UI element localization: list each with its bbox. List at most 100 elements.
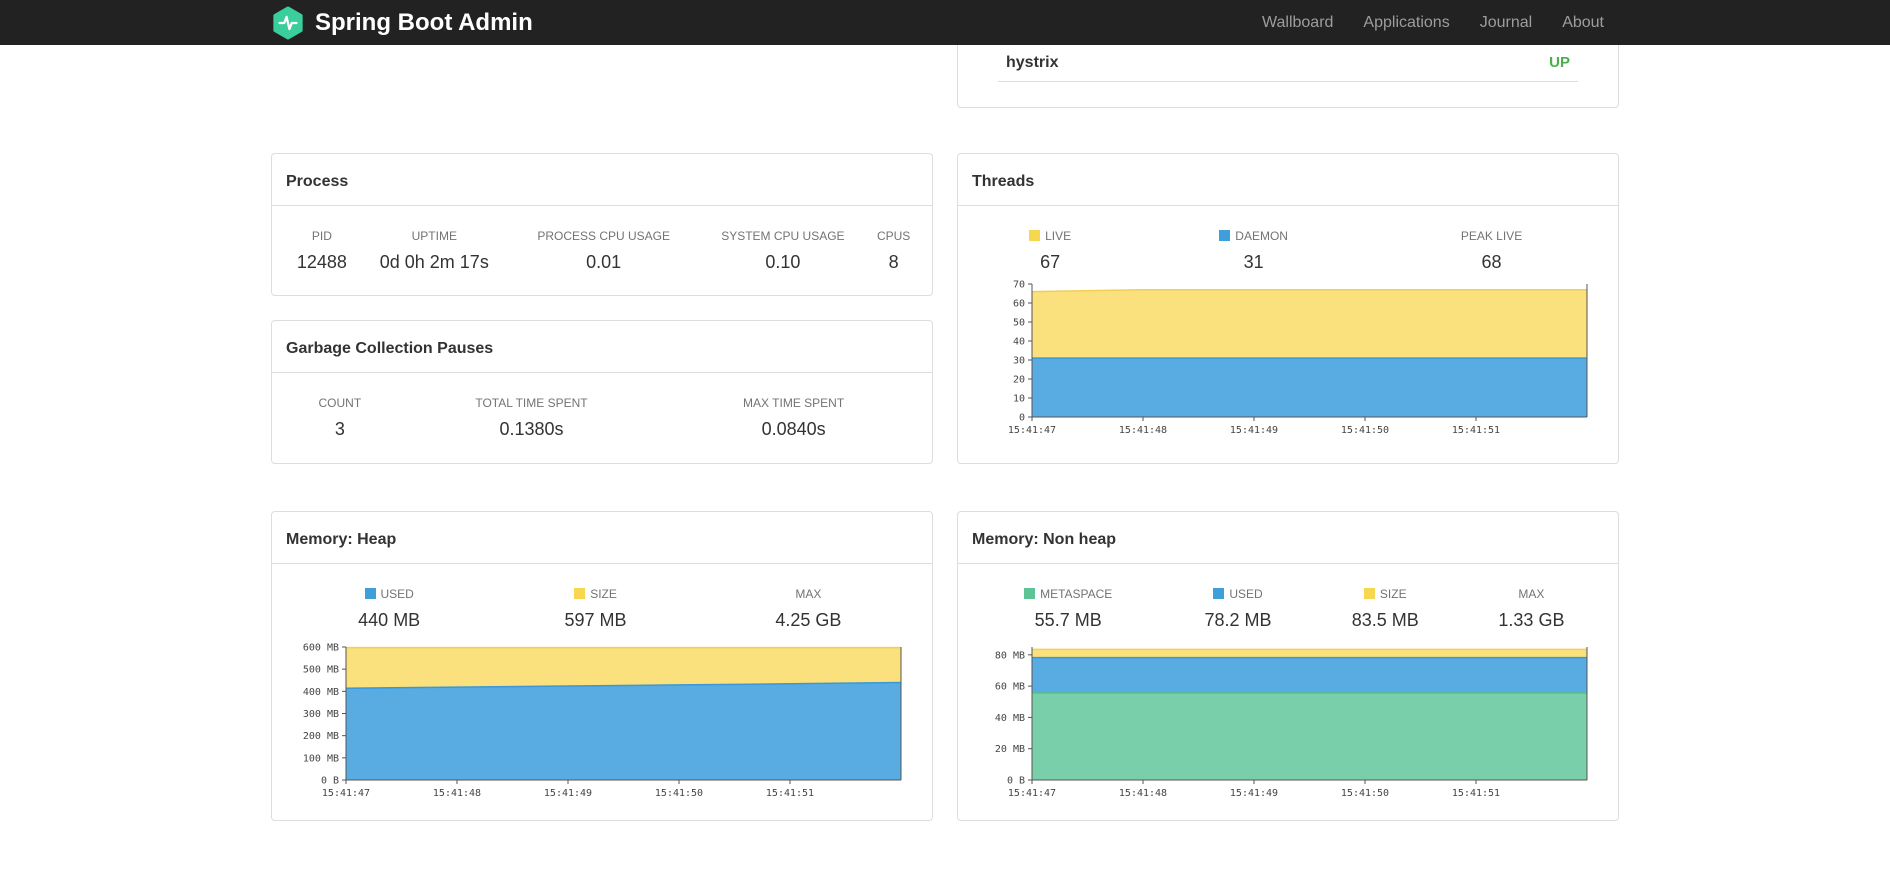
metric-value: 3 — [334, 419, 345, 439]
threads-panel: Threads LIVE DAEMON PEAK LIVE 67 31 68 0… — [957, 153, 1619, 464]
metric-label: CPUS — [876, 229, 911, 243]
legend-value: 1.33 GB — [1498, 610, 1565, 630]
process-metrics-table: PID UPTIME PROCESS CPU USAGE SYSTEM CPU … — [286, 228, 918, 274]
svg-text:40 MB: 40 MB — [995, 713, 1025, 724]
application-status-panel: hystrix UP — [957, 45, 1619, 108]
navbar: Spring Boot Admin Wallboard Applications… — [0, 0, 1890, 45]
heap-chart: 0 B 100 MB 200 MB 300 MB 400 MB 500 MB 600 MB 1… — [286, 639, 918, 810]
svg-text:300 MB: 300 MB — [303, 709, 339, 720]
legend-label: MAX — [1518, 587, 1545, 601]
metric-label: PID — [311, 229, 332, 243]
row-application: hystrix UP — [271, 45, 1619, 108]
metric-value: 8 — [888, 252, 899, 272]
legend-swatch — [574, 588, 586, 599]
metric-label: MAX TIME SPENT — [743, 396, 845, 410]
legend-label: SIZE — [590, 587, 617, 601]
nav-item-applications[interactable]: Applications — [1348, 0, 1464, 45]
nav-item-wallboard[interactable]: Wallboard — [1247, 0, 1348, 45]
svg-text:30: 30 — [1013, 356, 1025, 367]
heap-panel-heading: Memory: Heap — [272, 512, 932, 564]
legend-value: 31 — [1243, 252, 1264, 272]
metric-value: 0.0840s — [761, 419, 826, 439]
brand-link[interactable]: Spring Boot Admin — [271, 5, 533, 40]
metric-label: TOTAL TIME SPENT — [475, 396, 588, 410]
row-memory: Memory: Heap USED SIZE MAX 440 MB 597 MB — [271, 511, 1619, 821]
legend-swatch — [1219, 230, 1231, 241]
svg-text:80 MB: 80 MB — [995, 650, 1025, 661]
status-badge: UP — [1549, 54, 1570, 71]
legend-label: MAX — [795, 587, 822, 601]
legend-swatch — [1213, 588, 1225, 599]
svg-text:15:41:51: 15:41:51 — [1452, 788, 1500, 799]
gc-panel: Garbage Collection Pauses COUNT TOTAL TI… — [271, 320, 933, 464]
application-row[interactable]: hystrix UP — [998, 45, 1578, 82]
nonheap-chart: 0 B 20 MB 40 MB 60 MB 80 MB 15:41:47 15:41:48 1… — [972, 639, 1604, 810]
metric-value: 0d 0h 2m 17s — [379, 252, 489, 272]
legend-swatch — [1024, 588, 1036, 599]
svg-text:20 MB: 20 MB — [995, 744, 1025, 755]
nav-item-about[interactable]: About — [1547, 0, 1619, 45]
metric-value: 12488 — [296, 252, 347, 272]
svg-text:15:41:48: 15:41:48 — [433, 788, 481, 799]
svg-text:50: 50 — [1013, 318, 1025, 329]
application-name[interactable]: hystrix — [1006, 52, 1058, 74]
nonheap-legend: METASPACE USED SIZE MAX 55.7 MB 78.2 MB … — [972, 586, 1604, 632]
svg-text:0 B: 0 B — [321, 776, 339, 787]
metric-label: UPTIME — [411, 229, 457, 243]
gc-panel-heading: Garbage Collection Pauses — [272, 321, 932, 373]
legend-label: SIZE — [1379, 587, 1407, 601]
svg-text:15:41:48: 15:41:48 — [1119, 425, 1167, 436]
svg-text:0 B: 0 B — [1007, 776, 1025, 787]
metric-label: COUNT — [318, 396, 362, 410]
svg-text:15:41:49: 15:41:49 — [544, 788, 592, 799]
metric-label: PROCESS CPU USAGE — [537, 229, 671, 243]
legend-swatch — [1363, 588, 1375, 599]
svg-text:15:41:49: 15:41:49 — [1230, 425, 1278, 436]
svg-text:0: 0 — [1019, 413, 1025, 424]
panel-title: Process — [286, 173, 349, 190]
svg-text:60: 60 — [1013, 299, 1025, 310]
process-panel-heading: Process — [272, 154, 932, 206]
svg-text:15:41:50: 15:41:50 — [1341, 425, 1389, 436]
svg-text:15:41:47: 15:41:47 — [1008, 788, 1056, 799]
svg-text:600 MB: 600 MB — [303, 643, 339, 654]
panel-title: Memory: Non heap — [972, 531, 1117, 548]
nonheap-panel-heading: Memory: Non heap — [958, 512, 1618, 564]
svg-text:40: 40 — [1013, 337, 1025, 348]
nav-item-journal[interactable]: Journal — [1465, 0, 1547, 45]
legend-value: 78.2 MB — [1204, 610, 1272, 630]
spring-boot-admin-logo-icon — [271, 5, 305, 40]
legend-label: METASPACE — [1040, 587, 1113, 601]
brand-title: Spring Boot Admin — [315, 8, 533, 36]
legend-value: 597 MB — [564, 610, 627, 630]
gc-metrics-table: COUNT TOTAL TIME SPENT MAX TIME SPENT 3 … — [286, 395, 918, 441]
svg-text:15:41:49: 15:41:49 — [1230, 788, 1278, 799]
legend-label: USED — [380, 587, 414, 601]
threads-legend: LIVE DAEMON PEAK LIVE 67 31 68 — [972, 228, 1604, 274]
svg-text:60 MB: 60 MB — [995, 682, 1025, 693]
svg-text:500 MB: 500 MB — [303, 665, 339, 676]
svg-text:15:41:51: 15:41:51 — [1452, 425, 1500, 436]
legend-label: DAEMON — [1235, 229, 1288, 243]
legend-label: USED — [1229, 587, 1263, 601]
svg-text:10: 10 — [1013, 394, 1025, 405]
svg-text:200 MB: 200 MB — [303, 731, 339, 742]
panel-title: Threads — [972, 173, 1035, 190]
svg-text:100 MB: 100 MB — [303, 753, 339, 764]
svg-text:15:41:48: 15:41:48 — [1119, 788, 1167, 799]
legend-label: PEAK LIVE — [1460, 229, 1523, 243]
svg-text:15:41:50: 15:41:50 — [655, 788, 703, 799]
panel-title: Garbage Collection Pauses — [286, 340, 494, 357]
svg-text:15:41:50: 15:41:50 — [1341, 788, 1389, 799]
svg-text:15:41:47: 15:41:47 — [1008, 425, 1056, 436]
legend-value: 68 — [1481, 252, 1502, 272]
nonheap-panel: Memory: Non heap METASPACE USED SIZE MAX… — [957, 511, 1619, 821]
svg-text:70: 70 — [1013, 280, 1025, 291]
metric-value: 0.01 — [586, 252, 622, 272]
main-content: hystrix UP Process PID UPTIME PROCESS CP… — [255, 45, 1635, 821]
heap-panel: Memory: Heap USED SIZE MAX 440 MB 597 MB — [271, 511, 933, 821]
panel-title: Memory: Heap — [286, 531, 397, 548]
svg-text:20: 20 — [1013, 375, 1025, 386]
nav-links: Wallboard Applications Journal About — [1247, 0, 1619, 45]
svg-text:15:41:47: 15:41:47 — [322, 788, 370, 799]
